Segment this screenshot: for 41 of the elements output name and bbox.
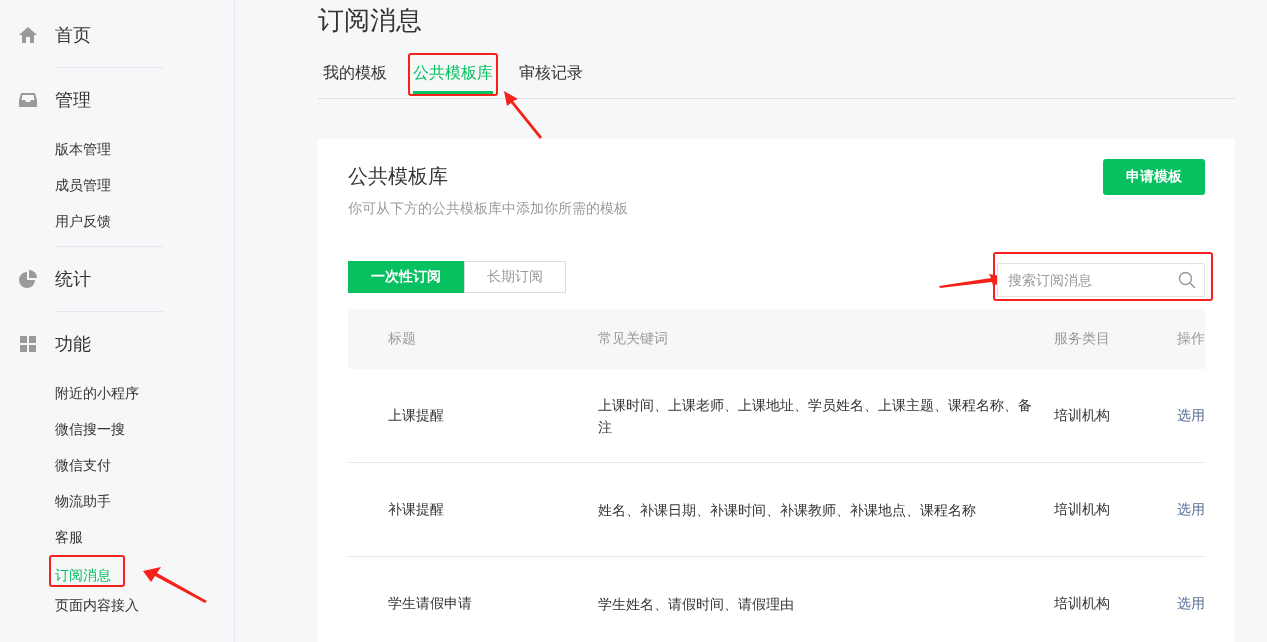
annotation-arrow — [143, 567, 207, 603]
card-title: 公共模板库 — [348, 163, 449, 190]
grid-icon — [18, 334, 38, 354]
sidebar-group-label[interactable]: 管理 — [55, 88, 91, 112]
sidebar-item[interactable]: 微信搜一搜 — [55, 411, 125, 447]
sidebar-item[interactable]: 附近的小程序 — [55, 375, 139, 411]
table-cell-text: 培训机构 — [1054, 406, 1111, 425]
table-cell-text: 上课时间、上课老师、上课地址、学员姓名、上课主题、课程名称、备注 — [598, 395, 1033, 437]
sidebar-group-label[interactable]: 统计 — [55, 267, 91, 291]
sidebar-item[interactable]: 版本管理 — [55, 131, 111, 167]
home-icon — [18, 25, 38, 45]
table-cell-text: 学生请假申请 — [387, 594, 473, 613]
table-cell-text: 培训机构 — [1054, 594, 1111, 613]
column-header: 标题 — [387, 330, 417, 348]
select-link[interactable]: 选用 — [1177, 406, 1205, 423]
page-title: 订阅消息 — [318, 4, 423, 37]
tab[interactable]: 审核记录 — [519, 63, 583, 94]
table-cell-text: 学生姓名、请假时间、请假理由 — [598, 594, 795, 614]
search-icon — [1178, 271, 1196, 289]
table-cell-text: 培训机构 — [1054, 500, 1111, 519]
sidebar-group-label[interactable]: 功能 — [55, 332, 91, 356]
column-header: 常见关键词 — [598, 330, 669, 348]
card-subtitle: 你可从下方的公共模板库中添加你所需的模板 — [348, 200, 628, 218]
column-header: 操作 — [1177, 330, 1205, 348]
sidebar-item[interactable]: 用户反馈 — [55, 203, 111, 239]
sidebar-item[interactable]: 成员管理 — [55, 167, 111, 203]
select-link[interactable]: 选用 — [1177, 594, 1205, 611]
tray-icon — [18, 90, 38, 110]
table-cell-text: 姓名、补课日期、补课时间、补课教师、补课地点、课程名称 — [598, 500, 977, 520]
sidebar-item[interactable]: 微信支付 — [55, 447, 111, 483]
column-header: 服务类目 — [1054, 330, 1111, 348]
table-cell-text: 补课提醒 — [387, 500, 445, 519]
sidebar-group-label[interactable]: 首页 — [55, 23, 91, 47]
sidebar-item[interactable]: 客服 — [55, 519, 83, 555]
sidebar-item[interactable]: 物流助手 — [55, 483, 111, 519]
table-cell-text: 上课提醒 — [387, 406, 445, 425]
search-field[interactable]: 搜索订阅消息 — [997, 263, 1205, 297]
annotation-arrow — [504, 91, 544, 139]
select-link[interactable]: 选用 — [1177, 500, 1205, 517]
pie-icon — [18, 269, 38, 289]
tab[interactable]: 我的模板 — [323, 63, 387, 94]
